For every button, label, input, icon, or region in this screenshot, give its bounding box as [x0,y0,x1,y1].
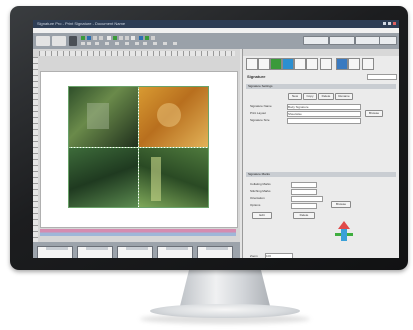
orientation-arrow-icon [335,221,353,241]
tool-icons-strip[interactable] [81,35,221,47]
properties-panel: Signature Signature Settings New Copy De… [242,49,399,258]
monitor-stand-neck [180,270,270,306]
sheet-fold-lines [69,87,208,207]
sheet-tool-icon[interactable] [294,58,306,70]
app-screen: Signature Pro - Print Signature - Docume… [33,20,399,258]
delete-button[interactable]: Delete [293,212,315,219]
toolbar-button-1[interactable] [303,36,329,45]
thumbnail-header [166,247,188,250]
orientation-select[interactable] [291,196,323,202]
page-thumbnail[interactable] [77,246,113,258]
window-title: Signature Pro - Print Signature - Docume… [37,21,126,26]
open-file-button[interactable] [52,36,66,46]
color-bar-strip [40,229,236,239]
signature-size-input[interactable] [287,118,361,124]
window-titlebar: Signature Pro - Print Signature - Docume… [33,20,399,28]
signature-name-input[interactable]: Body Signature [287,104,361,110]
thumbnail-header [86,247,108,250]
field-label: Collating Marks [250,182,271,186]
bleed-tool-icon[interactable] [320,58,332,70]
main-toolbar [33,33,399,49]
rename-button[interactable]: Rename [335,93,353,100]
monitor-bezel: Signature Pro - Print Signature - Docume… [10,6,408,270]
options-input[interactable] [291,203,317,209]
vertical-ruler [33,57,38,247]
fold-tool-icon[interactable] [306,58,318,70]
marks-browse-button[interactable]: Browse [331,201,351,208]
marks-tool-icon[interactable] [258,58,270,70]
section-header-settings: Signature Settings [246,84,396,89]
toolbar-button-3[interactable] [355,36,381,45]
panel-title: Signature [247,74,266,79]
edit-button[interactable]: Edit [252,212,272,219]
page-thumbnail[interactable] [197,246,233,258]
save-button[interactable] [69,36,77,46]
page-thumbnail[interactable] [37,246,73,258]
preview-tool-icon[interactable] [348,58,360,70]
monitor-stand-base [150,304,300,318]
copy-button[interactable]: Copy [303,93,317,100]
field-label: Print Layout [250,111,267,115]
field-label: Stitching Marks [250,189,271,193]
collating-marks-input[interactable] [291,182,317,188]
new-file-button[interactable] [36,36,50,46]
zoom-input[interactable]: 100 [265,253,293,258]
imposed-sheet-image[interactable] [68,86,209,208]
page-thumbnail[interactable] [117,246,153,258]
panel-icon-row [246,58,396,70]
new-button[interactable]: New [288,93,302,100]
signature-page[interactable] [40,71,238,228]
delete-signature-button[interactable]: Delete [318,93,334,100]
stitching-marks-input[interactable] [291,189,317,195]
zoom-label: Zoom [250,254,258,258]
section-header-marks: Signature Marks [246,172,396,177]
document-canvas[interactable] [33,49,240,258]
field-label: Options [250,203,261,207]
field-label: Signature Name [250,104,272,108]
page-thumbnail[interactable] [157,246,193,258]
field-label: Signature Size [250,118,270,122]
browse-button[interactable]: Browse [365,110,383,117]
print-layout-select[interactable]: Sheetwise [287,111,361,117]
horizontal-ruler [39,51,235,56]
signature-tool-icon[interactable] [246,58,258,70]
layout-tool-icon[interactable] [282,58,294,70]
field-label: Orientation [250,196,265,200]
page-thumbnail-strip [33,242,240,258]
thumbnail-header [126,247,148,250]
color-tool-icon[interactable] [270,58,282,70]
window-controls-icon[interactable] [383,21,397,27]
toolbar-button-4[interactable] [379,36,397,45]
settings-tool-icon[interactable] [362,58,374,70]
output-tool-icon[interactable] [336,58,348,70]
thumbnail-header [206,247,228,250]
panel-header [243,49,399,56]
toolbar-button-2[interactable] [329,36,355,45]
panel-view-dropdown[interactable] [367,74,397,80]
thumbnail-header [46,247,68,250]
